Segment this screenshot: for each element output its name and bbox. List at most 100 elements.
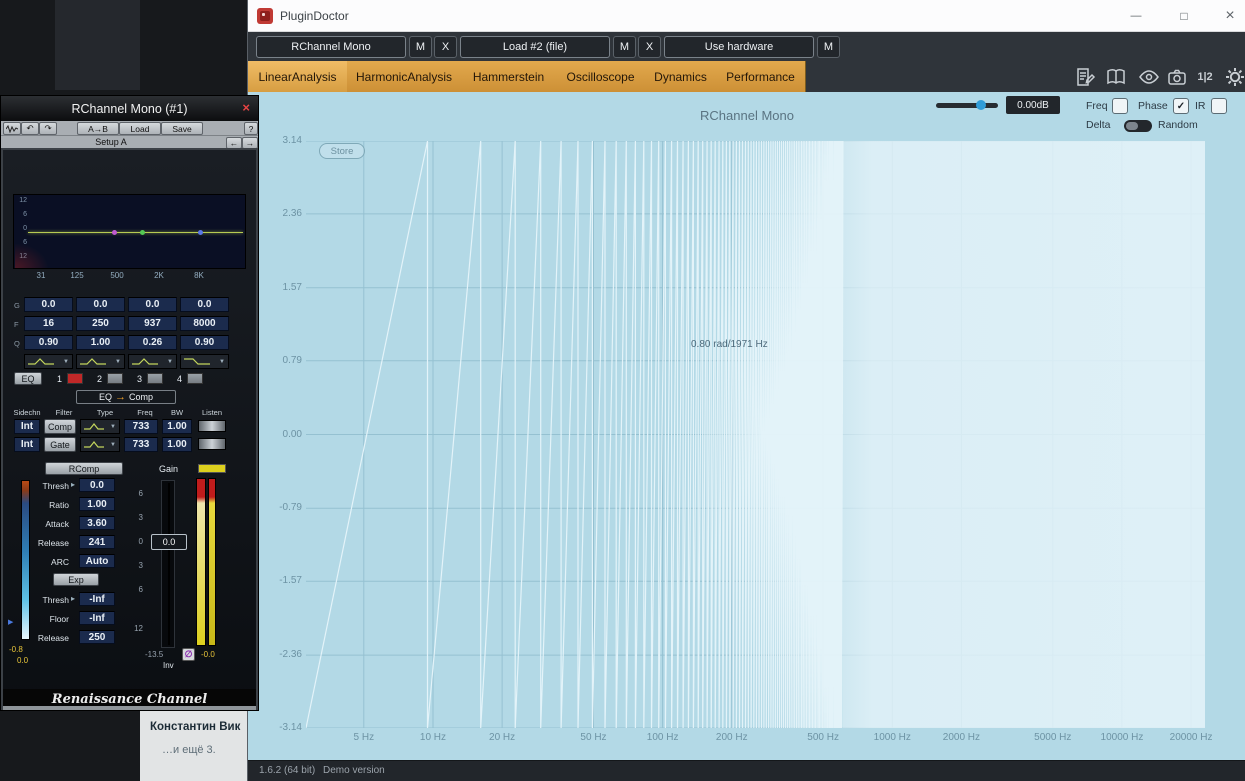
gain-slider-thumb[interactable]: [976, 100, 986, 110]
save-button[interactable]: Save: [161, 122, 203, 135]
comp-param-value[interactable]: 0.0: [79, 478, 115, 492]
snapshot-icon[interactable]: [1165, 65, 1189, 89]
maximize-button[interactable]: □: [1171, 5, 1197, 27]
freq-checkbox[interactable]: [1112, 98, 1128, 114]
slot-b-mute-button[interactable]: M: [613, 36, 636, 58]
tab-dynamics[interactable]: Dynamics: [645, 61, 717, 92]
eq-freq-value[interactable]: 250: [76, 316, 125, 331]
eq-gain-value[interactable]: 0.0: [180, 297, 229, 312]
settings-icon[interactable]: [1223, 65, 1245, 89]
band-4-indicator[interactable]: [187, 373, 203, 384]
eq-q-value[interactable]: 0.90: [24, 335, 73, 350]
sidechain-filter-type-dropdown[interactable]: ▼: [80, 437, 120, 452]
eq-gain-value[interactable]: 0.0: [24, 297, 73, 312]
eq-q-value[interactable]: 1.00: [76, 335, 125, 350]
plugin-titlebar[interactable]: RChannel Mono (#1) ×: [1, 96, 258, 121]
gain-fader-track[interactable]: [161, 480, 175, 648]
eq-freq-value[interactable]: 16: [24, 316, 73, 331]
manual-icon[interactable]: [1104, 65, 1128, 89]
sidechain-route-button[interactable]: Int: [14, 437, 40, 452]
eq-gain-value[interactable]: 0.0: [128, 297, 177, 312]
eq-filter-type-dropdown[interactable]: ▼: [128, 354, 177, 369]
undo-button[interactable]: ↶: [21, 122, 39, 135]
freq-checkbox-label: Freq: [1086, 100, 1108, 112]
phase-invert-button[interactable]: ∅: [182, 648, 195, 661]
load-button[interactable]: Load: [119, 122, 161, 135]
eq-freq-value[interactable]: 937: [128, 316, 177, 331]
phase-plot[interactable]: [306, 141, 1205, 728]
comp-param-value[interactable]: 241: [79, 535, 115, 549]
delta-toggle[interactable]: [1124, 120, 1152, 132]
sidechain-bw-value[interactable]: 1.00: [162, 419, 192, 434]
listen-button[interactable]: [198, 420, 226, 432]
slot-a-button[interactable]: RChannel Mono: [256, 36, 406, 58]
gain-fader-thumb[interactable]: 0.0: [151, 534, 187, 550]
gain-slider[interactable]: [936, 100, 998, 110]
sidechain-freq-value[interactable]: 733: [124, 419, 158, 434]
exp-param-value[interactable]: -Inf: [79, 592, 115, 606]
eq-filter-type-dropdown[interactable]: ▼: [180, 354, 229, 369]
tab-hammerstein[interactable]: Hammerstein: [461, 61, 557, 92]
titlebar[interactable]: PluginDoctor — □ ×: [248, 0, 1245, 32]
waveform-icon[interactable]: [3, 122, 21, 135]
comp-param-value[interactable]: 1.00: [79, 497, 115, 511]
eq-band-marker[interactable]: [112, 230, 117, 235]
rcomp-button[interactable]: RComp: [45, 462, 123, 475]
notes-icon[interactable]: [1073, 65, 1097, 89]
slot-a-bypass-button[interactable]: X: [434, 36, 457, 58]
comp-param-value[interactable]: 3.60: [79, 516, 115, 530]
x-tick-label: 2000 Hz: [942, 732, 981, 743]
ir-checkbox[interactable]: [1211, 98, 1227, 114]
gain-readout[interactable]: 0.00dB: [1006, 96, 1060, 114]
eq-band-marker[interactable]: [139, 230, 145, 235]
eq-enable-button[interactable]: EQ: [14, 372, 42, 385]
tab-performance[interactable]: Performance: [716, 61, 806, 92]
band-2-indicator[interactable]: [107, 373, 123, 384]
exp-button[interactable]: Exp: [53, 573, 99, 586]
sidechain-mode-button[interactable]: Comp: [44, 419, 76, 434]
setup-label[interactable]: Setup A: [1, 137, 221, 147]
phase-checkbox[interactable]: ✓: [1173, 98, 1189, 114]
eye-icon[interactable]: [1137, 65, 1161, 89]
eq-q-value[interactable]: 0.26: [128, 335, 177, 350]
eq-filter-type-dropdown[interactable]: ▼: [24, 354, 73, 369]
slot-b-button[interactable]: Load #2 (file): [460, 36, 610, 58]
sidechain-mode-button[interactable]: Gate: [44, 437, 76, 452]
tab-harmonicanalysis[interactable]: HarmonicAnalysis: [347, 61, 462, 92]
eq-q-value[interactable]: 0.90: [180, 335, 229, 350]
hardware-mute-button[interactable]: M: [817, 36, 840, 58]
eq-graph[interactable]: 12 6 0 6 12: [13, 194, 246, 269]
ab-compare-button[interactable]: A→B: [77, 122, 119, 135]
fader-arrow-icon[interactable]: ▸: [71, 594, 75, 603]
help-button[interactable]: ?: [244, 122, 258, 135]
listen-button[interactable]: [198, 438, 226, 450]
exp-param-value[interactable]: -Inf: [79, 611, 115, 625]
store-button[interactable]: Store: [319, 143, 365, 159]
fader-arrow-icon[interactable]: ▸: [71, 480, 75, 489]
eq-band-marker[interactable]: [198, 230, 203, 235]
exp-param-value[interactable]: 250: [79, 630, 115, 644]
slot-b-bypass-button[interactable]: X: [638, 36, 661, 58]
tab-oscilloscope[interactable]: Oscilloscope: [556, 61, 646, 92]
sidechain-route-button[interactable]: Int: [14, 419, 40, 434]
eq-gain-value[interactable]: 0.0: [76, 297, 125, 312]
slot-a-mute-button[interactable]: M: [409, 36, 432, 58]
redo-button[interactable]: ↷: [39, 122, 57, 135]
sidechain-bw-value[interactable]: 1.00: [162, 437, 192, 452]
eq-freq-value[interactable]: 8000: [180, 316, 229, 331]
sidechain-freq-value[interactable]: 733: [124, 437, 158, 452]
comp-param-value[interactable]: Auto: [79, 554, 115, 568]
close-button[interactable]: ×: [1217, 5, 1243, 27]
meter-marker-icon[interactable]: ▶: [8, 618, 13, 626]
band-3-indicator[interactable]: [147, 373, 163, 384]
tab-linearanalysis[interactable]: LinearAnalysis: [248, 61, 348, 92]
chat-window-fragment[interactable]: Константин Вик …и ещё 3.: [140, 703, 247, 781]
use-hardware-button[interactable]: Use hardware: [664, 36, 814, 58]
minimize-button[interactable]: —: [1123, 5, 1149, 27]
plugin-close-icon[interactable]: ×: [242, 100, 250, 115]
compare-1-2-icon[interactable]: 1|2: [1193, 65, 1217, 89]
sidechain-filter-type-dropdown[interactable]: ▼: [80, 419, 120, 434]
eq-to-comp-button[interactable]: EQ → Comp: [76, 390, 176, 404]
band-1-indicator[interactable]: [67, 373, 83, 384]
eq-filter-type-dropdown[interactable]: ▼: [76, 354, 125, 369]
